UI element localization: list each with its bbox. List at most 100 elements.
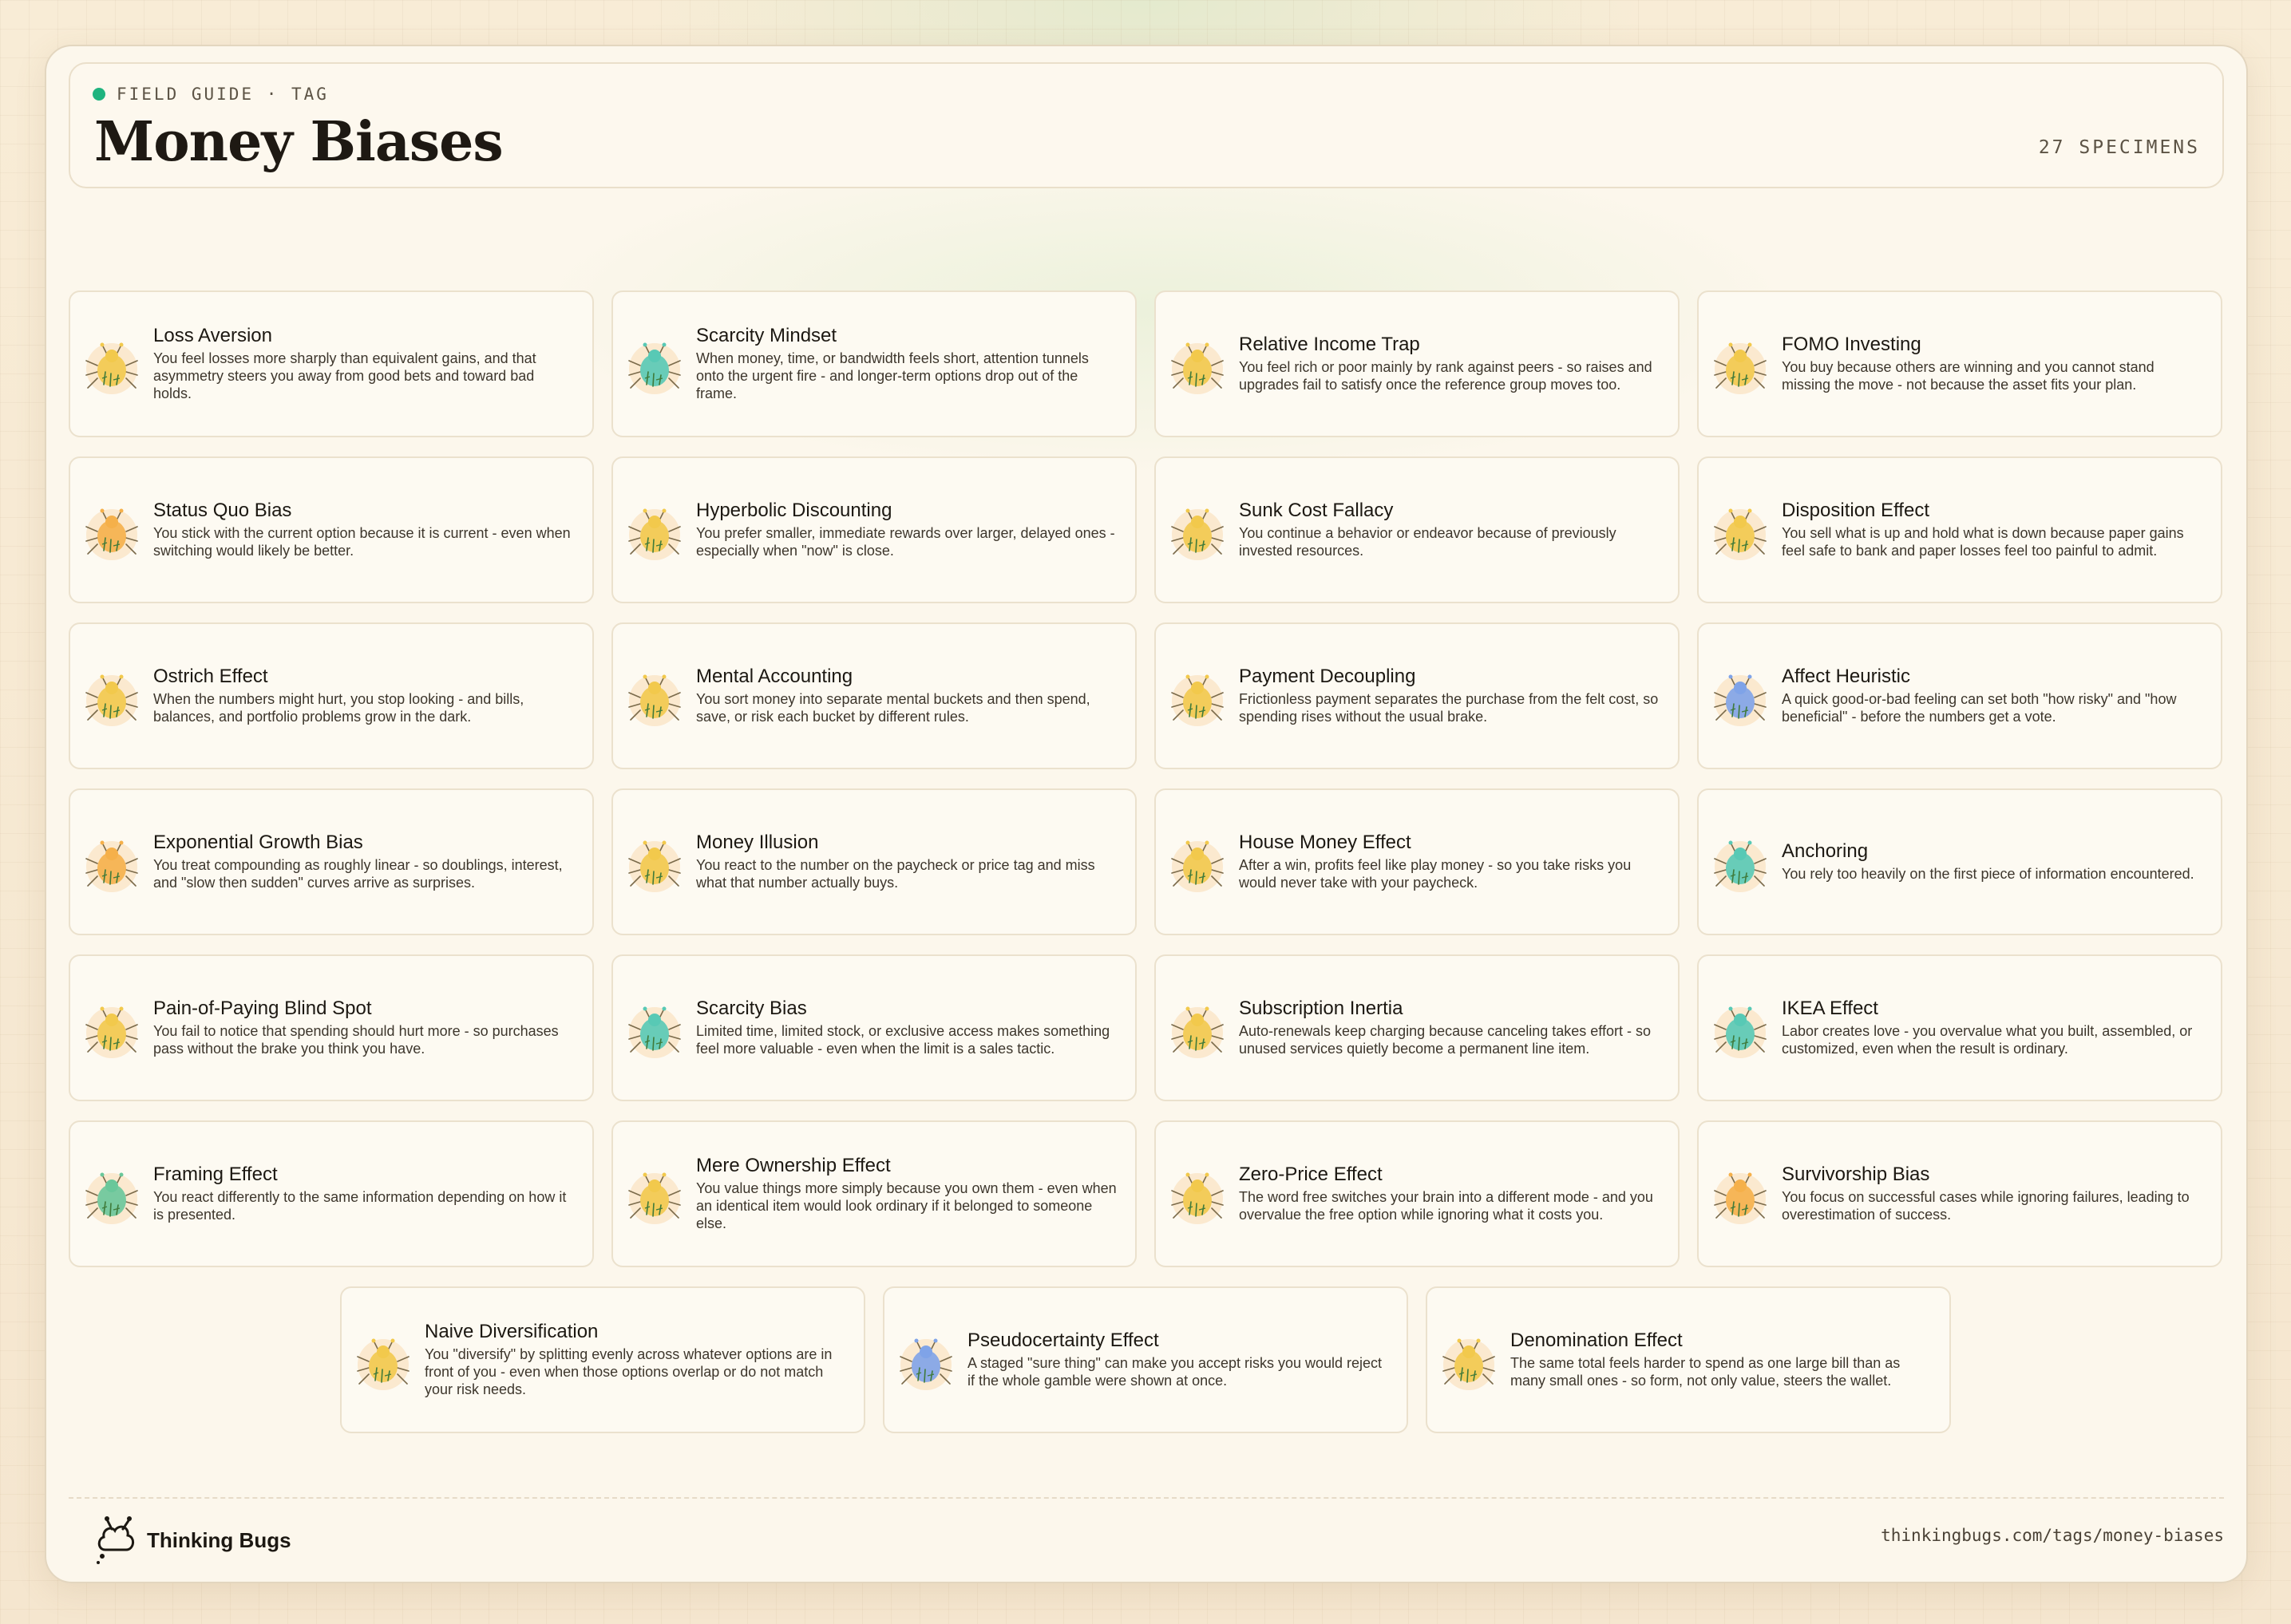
teal-bug-icon [1711,1002,1769,1060]
bias-description: The same total feels harder to spend as … [1510,1354,1901,1389]
bias-card[interactable]: Status Quo Bias You stick with the curren… [69,456,594,603]
bias-card[interactable]: Scarcity Bias Limited time, limited stock… [611,954,1137,1101]
bias-title: Mere Ownership Effect [696,1155,891,1177]
yellow-bug-icon [626,836,683,894]
blue-bug-icon [897,1334,955,1392]
teal-bug-icon [1711,836,1769,894]
card-text: Anchoring You rely too heavily on the fir… [1782,790,2203,934]
bias-title: Money Illusion [696,832,819,854]
yellow-bug-icon [1169,338,1226,396]
bias-card[interactable]: Mere Ownership Effect You value things mo… [611,1120,1137,1267]
page-header: FIELD GUIDE · TAG Money Biases 27 SPECIM… [69,62,2224,188]
bias-description: The word free switches your brain into a… [1239,1188,1653,1223]
card-text: Zero-Price Effect The word free switches … [1239,1122,1660,1266]
card-text: Denomination Effect The same total feels … [1510,1288,1932,1432]
bias-description: You continue a behavior or endeavor beca… [1239,524,1616,559]
blue-bug-icon [1711,670,1769,728]
bias-description: You "diversify" by splitting evenly acro… [425,1345,833,1397]
bias-description: You fail to notice that spending should … [153,1022,559,1057]
bias-card[interactable]: Loss Aversion You feel losses more sharpl… [69,290,594,437]
bias-card[interactable]: Pain-of-Paying Blind Spot You fail to not… [69,954,594,1101]
bias-title: Affect Heuristic [1782,666,1910,688]
orange-bug-icon [83,504,140,562]
bias-title: Scarcity Mindset [696,325,837,347]
bias-title: Zero-Price Effect [1239,1164,1383,1186]
bias-title: Subscription Inertia [1239,998,1403,1020]
bias-card[interactable]: Relative Income Trap You feel rich or poo… [1154,290,1680,437]
bias-description: You react to the number on the paycheck … [696,856,1095,891]
bias-title: Payment Decoupling [1239,666,1416,688]
yellow-bug-icon [1169,836,1226,894]
bias-description: You treat compounding as roughly linear … [153,856,563,891]
orange-bug-icon [1711,1168,1769,1226]
bias-card[interactable]: Ostrich Effect When the numbers might hur… [69,622,594,769]
bias-title: Survivorship Bias [1782,1164,1930,1186]
bias-title: Exponential Growth Bias [153,832,363,854]
card-text: Subscription Inertia Auto-renewals keep c… [1239,956,1660,1100]
status-dot-icon [93,88,105,101]
bias-description: Auto-renewals keep charging because canc… [1239,1022,1651,1057]
yellow-bug-icon [83,670,140,728]
bias-title: House Money Effect [1239,832,1411,854]
bias-title: Status Quo Bias [153,500,292,522]
brand-link[interactable]: Thinking Bugs [94,1515,291,1566]
bias-title: Naive Diversification [425,1321,599,1343]
bias-card[interactable]: Disposition Effect You sell what is up an… [1697,456,2222,603]
bias-card[interactable]: Survivorship Bias You focus on successful… [1697,1120,2222,1267]
orange-bug-icon [83,836,140,894]
yellow-bug-icon [83,1002,140,1060]
bias-description: You sell what is up and hold what is dow… [1782,524,2184,559]
teal-bug-icon [626,1002,683,1060]
card-text: Disposition Effect You sell what is up an… [1782,458,2203,602]
bias-card[interactable]: Payment Decoupling Frictionless payment s… [1154,622,1680,769]
bias-card[interactable]: Pseudocertainty Effect A staged "sure thi… [883,1286,1408,1433]
bias-title: Pain-of-Paying Blind Spot [153,998,372,1020]
card-text: Scarcity Bias Limited time, limited stock… [696,956,1118,1100]
thinking-bugs-logo-icon [97,1516,134,1564]
green-bug-icon [83,1168,140,1226]
yellow-bug-icon [354,1334,412,1392]
bias-card[interactable]: House Money Effect After a win, profits f… [1154,788,1680,935]
bias-card[interactable]: Scarcity Mindset When money, time, or ban… [611,290,1137,437]
yellow-bug-icon [626,1168,683,1226]
card-text: Pain-of-Paying Blind Spot You fail to not… [153,956,575,1100]
footer-divider [69,1497,2224,1499]
bias-card[interactable]: Hyperbolic Discounting You prefer smaller… [611,456,1137,603]
bias-card[interactable]: Denomination Effect The same total feels … [1426,1286,1951,1433]
bias-title: Hyperbolic Discounting [696,500,892,522]
tag-page-panel: FIELD GUIDE · TAG Money Biases 27 SPECIM… [45,45,2248,1583]
card-text: Relative Income Trap You feel rich or poo… [1239,292,1660,436]
bias-title: FOMO Investing [1782,334,1921,356]
bias-card[interactable]: Mental Accounting You sort money into sep… [611,622,1137,769]
card-text: Money Illusion You react to the number on… [696,790,1118,934]
bias-card[interactable]: Naive Diversification You "diversify" by … [340,1286,865,1433]
yellow-bug-icon [1711,504,1769,562]
bias-card[interactable]: Subscription Inertia Auto-renewals keep c… [1154,954,1680,1101]
bias-card[interactable]: IKEA Effect Labor creates love - you over… [1697,954,2222,1101]
bias-card[interactable]: Money Illusion You react to the number on… [611,788,1137,935]
bias-card[interactable]: FOMO Investing You buy because others are… [1697,290,2222,437]
yellow-bug-icon [1711,338,1769,396]
page-url-link[interactable]: thinkingbugs.com/tags/money-biases [1881,1526,2224,1545]
yellow-bug-icon [1169,1002,1226,1060]
bias-card[interactable]: Anchoring You rely too heavily on the fir… [1697,788,2222,935]
bias-card[interactable]: Exponential Growth Bias You treat compoun… [69,788,594,935]
bias-title: IKEA Effect [1782,998,1878,1020]
card-text: Status Quo Bias You stick with the curren… [153,458,575,602]
bias-card[interactable]: Affect Heuristic A quick good-or-bad feel… [1697,622,2222,769]
yellow-bug-icon [1169,1168,1226,1226]
card-text: Hyperbolic Discounting You prefer smaller… [696,458,1118,602]
card-text: Sunk Cost Fallacy You continue a behavior… [1239,458,1660,602]
specimen-count: 27 SPECIMENS [2038,137,2200,158]
card-text: Affect Heuristic A quick good-or-bad feel… [1782,624,2203,768]
card-text: Ostrich Effect When the numbers might hur… [153,624,575,768]
yellow-bug-icon [1440,1334,1498,1392]
yellow-bug-icon [626,504,683,562]
bias-description: Labor creates love - you overvalue what … [1782,1022,2193,1057]
card-text: Framing Effect You react differently to t… [153,1122,575,1266]
yellow-bug-icon [626,670,683,728]
card-text: House Money Effect After a win, profits f… [1239,790,1660,934]
bias-card[interactable]: Sunk Cost Fallacy You continue a behavior… [1154,456,1680,603]
bias-card[interactable]: Framing Effect You react differently to t… [69,1120,594,1267]
bias-card[interactable]: Zero-Price Effect The word free switches … [1154,1120,1680,1267]
